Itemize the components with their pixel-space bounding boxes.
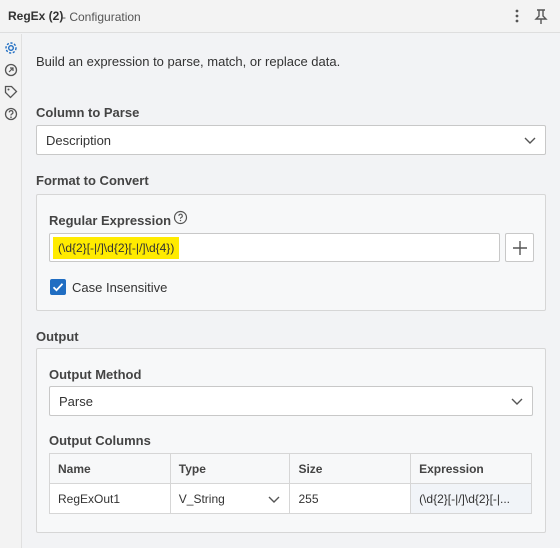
gear-icon[interactable] xyxy=(3,40,19,56)
chevron-down-icon xyxy=(510,394,524,408)
configuration-content: Build an expression to parse, match, or … xyxy=(23,34,560,548)
help-icon[interactable] xyxy=(173,210,188,225)
chevron-down-icon xyxy=(267,492,281,506)
column-to-parse-value: Description xyxy=(46,133,112,148)
chevron-down-icon xyxy=(523,133,537,147)
regular-expression-label: Regular Expression xyxy=(49,213,172,228)
cell-expression: (\d{2}[-|/]\d{2}[-|... xyxy=(410,483,532,514)
regex-match-highlight: (\d{2}[-|/]\d{2}[-|/]\d{4}) xyxy=(53,237,180,259)
help-icon[interactable] xyxy=(3,106,19,122)
case-insensitive-checkbox[interactable] xyxy=(50,279,66,295)
regular-expression-input[interactable]: (\d{2}[-|/]\d{2}[-|/]\d{4}) xyxy=(49,233,500,262)
cell-type-select[interactable]: V_String xyxy=(169,483,291,514)
intro-text: Build an expression to parse, match, or … xyxy=(36,54,341,69)
case-insensitive-label: Case Insensitive xyxy=(72,280,168,295)
cell-size[interactable]: 255 xyxy=(289,483,412,514)
column-to-parse-label: Column to Parse xyxy=(36,105,140,120)
cell-name[interactable]: RegExOut1 xyxy=(49,483,171,514)
panel-header: RegEx (2) - Configuration xyxy=(0,0,560,33)
panel-subtitle: - Configuration xyxy=(62,10,141,24)
format-to-convert-card: Regular Expression (\d{2}[-|/]\d{2}[-|/]… xyxy=(36,194,546,311)
table-header-row: Name Type Size Expression xyxy=(49,453,532,484)
column-to-parse-select[interactable]: Description xyxy=(36,125,546,155)
output-method-value: Parse xyxy=(59,394,93,409)
kebab-icon[interactable] xyxy=(507,6,527,26)
cell-type-value: V_String xyxy=(178,491,225,506)
tag-icon[interactable] xyxy=(3,84,19,100)
plus-icon xyxy=(513,241,527,255)
table-row: RegExOut1 V_String 255 (\d{2}[-|/]\d{2}[… xyxy=(49,483,532,514)
output-columns-table: Name Type Size Expression RegExOut1 V_St… xyxy=(49,453,532,514)
tool-title: RegEx (2) xyxy=(8,9,64,23)
config-icon-rail xyxy=(0,34,22,548)
output-method-select[interactable]: Parse xyxy=(49,386,533,416)
column-header-name: Name xyxy=(49,453,171,484)
add-expression-button[interactable] xyxy=(505,233,534,262)
column-header-expression: Expression xyxy=(410,453,532,484)
output-label: Output xyxy=(36,329,79,344)
format-to-convert-label: Format to Convert xyxy=(36,173,149,188)
output-columns-label: Output Columns xyxy=(49,433,151,448)
column-header-size: Size xyxy=(289,453,412,484)
output-method-label: Output Method xyxy=(49,367,142,382)
check-icon xyxy=(52,283,64,292)
pin-icon[interactable] xyxy=(531,6,551,26)
output-card: Output Method Parse Output Columns Name … xyxy=(36,348,546,533)
refresh-icon[interactable] xyxy=(3,62,19,78)
column-header-type: Type xyxy=(169,453,291,484)
